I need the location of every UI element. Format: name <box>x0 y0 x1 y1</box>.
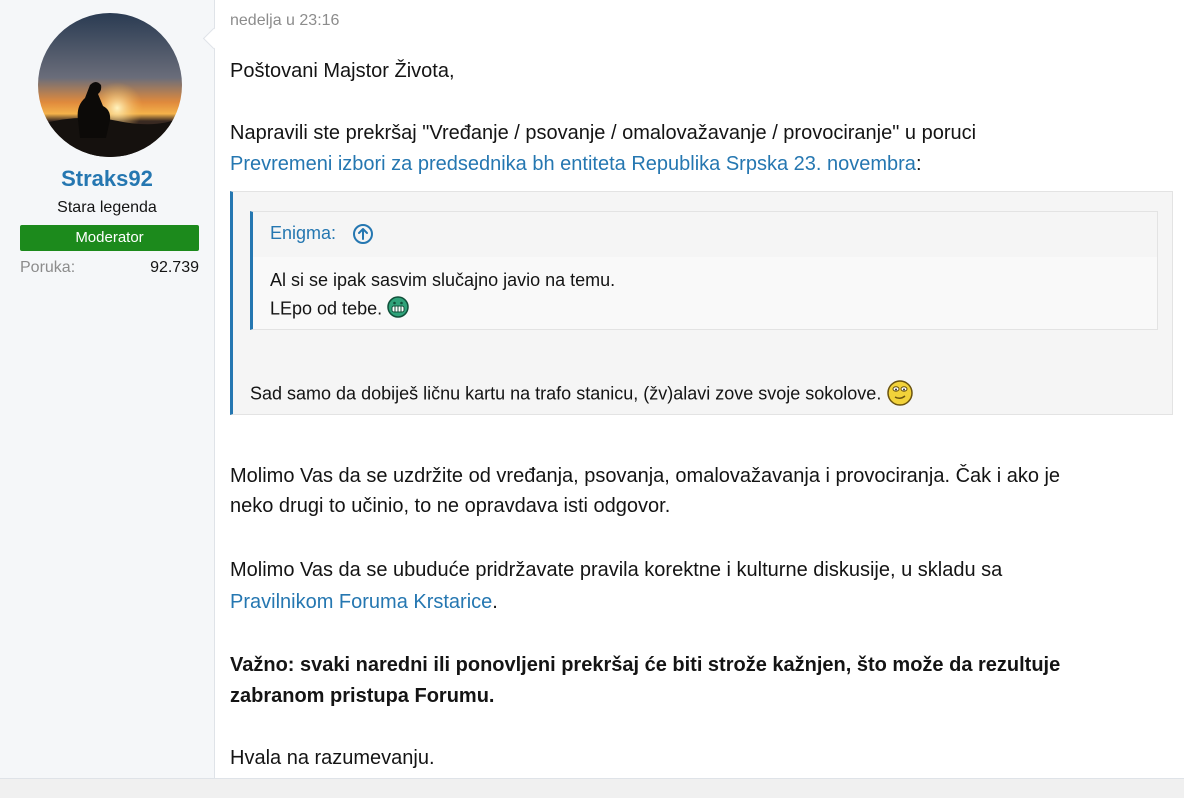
quote-text: Sad samo da dobiješ ličnu kartu na trafo… <box>250 378 914 411</box>
quote-author-link[interactable]: Enigma: <box>270 223 336 244</box>
user-title: Stara legenda <box>57 199 157 216</box>
smug-smiley-icon <box>886 378 914 411</box>
thread-colon: : <box>915 153 922 175</box>
para2-line1: Molimo Vas da se ubuduće pridržavate pra… <box>230 559 1003 581</box>
post-footer <box>0 778 1184 798</box>
greeting-text: Poštovani Majstor Života, <box>230 60 455 82</box>
posts-count-label: Poruka: <box>20 259 76 276</box>
username-link[interactable]: Straks92 <box>0 166 214 192</box>
nested-quote-line-2: LEpo od tebe. <box>270 296 409 323</box>
important-line1: Važno: svaki naredni ili ponovljeni prek… <box>230 654 1061 676</box>
violation-text: Napravili ste prekršaj "Vređanje / psova… <box>230 122 977 144</box>
moderator-badge: Moderator <box>20 225 199 251</box>
para1-line2: neko drugi to učinio, to ne opravdava is… <box>230 495 671 517</box>
grin-smiley-icon <box>387 296 409 323</box>
important-line2: zabranom pristupa Forumu. <box>230 685 495 707</box>
nested-quote-header: Enigma: <box>253 212 1157 257</box>
thread-line: Prevremeni izbori za predsednika bh enti… <box>230 148 922 180</box>
thread-link[interactable]: Prevremeni izbori za predsednika bh enti… <box>230 153 916 175</box>
para1-line1: Molimo Vas da se uzdržite od vređanja, p… <box>230 465 1061 487</box>
thanks-text: Hvala na razumevanju. <box>230 747 435 769</box>
post-date-link[interactable]: nedelja u 23:16 <box>230 12 339 30</box>
nested-quote-line-2-text: LEpo od tebe. <box>270 298 383 319</box>
avatar[interactable] <box>38 13 182 157</box>
posts-count-value: 92.739 <box>150 259 199 276</box>
nested-quote-line-1: Al si se ipak sasvim slučajno javio na t… <box>270 270 616 290</box>
para2-line2: Pravilnikom Foruma Krstarice. <box>230 586 498 618</box>
quote-block: Enigma: Al si se ipak sasvim slučajno ja… <box>230 191 1173 415</box>
para2-period: . <box>492 591 498 613</box>
post-content: nedelja u 23:16 Poštovani Majstor Života… <box>215 0 1184 778</box>
nested-quote-block: Enigma: Al si se ipak sasvim slučajno ja… <box>250 211 1158 330</box>
rules-link[interactable]: Pravilnikom Foruma Krstarice <box>230 591 492 613</box>
arrow-up-circle-icon[interactable] <box>352 223 374 245</box>
quote-text-content: Sad samo da dobiješ ličnu kartu na trafo… <box>250 383 882 404</box>
user-sidebar: Straks92 Stara legenda Moderator Poruka:… <box>0 0 215 778</box>
